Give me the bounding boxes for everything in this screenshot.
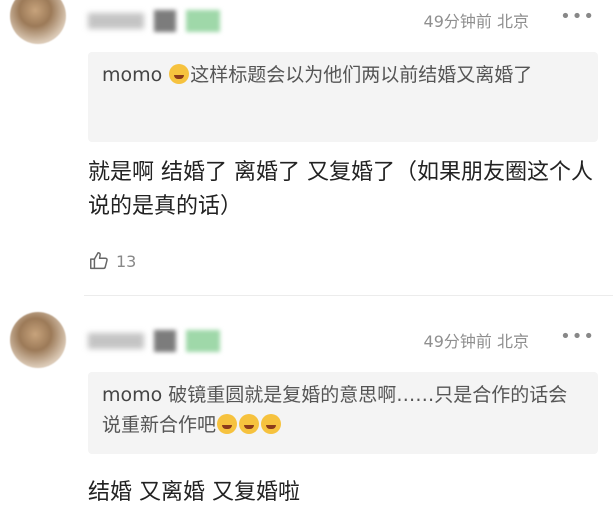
username-redacted[interactable] <box>88 330 220 352</box>
redaction-block <box>88 333 144 349</box>
quoted-username[interactable]: momo <box>102 384 162 406</box>
comment-time: 49分钟前 <box>423 332 492 351</box>
comment-meta: 49分钟前 北京 <box>424 328 529 352</box>
quoted-text: 破镜重圆就是复婚的意思啊……只是合作的话会说重新合作吧 <box>102 384 568 436</box>
redaction-block <box>154 330 176 352</box>
comment-location: 北京 <box>496 332 529 351</box>
laughing-emoji-icon <box>261 414 282 434</box>
comment-text: 结婚 又离婚 又复婚啦 <box>88 480 300 505</box>
more-options-icon[interactable]: ••• <box>560 326 595 347</box>
laughing-emoji-icon <box>239 414 260 434</box>
avatar[interactable] <box>10 312 66 368</box>
laughing-emoji-icon <box>217 414 238 434</box>
redaction-block <box>186 330 220 352</box>
comment-item: 49分钟前 北京 ••• momo 破镜重圆就是复婚的意思啊……只是合作的话会说重… <box>0 0 613 517</box>
quoted-reply[interactable]: momo 破镜重圆就是复婚的意思啊……只是合作的话会说重新合作吧 <box>88 372 598 454</box>
